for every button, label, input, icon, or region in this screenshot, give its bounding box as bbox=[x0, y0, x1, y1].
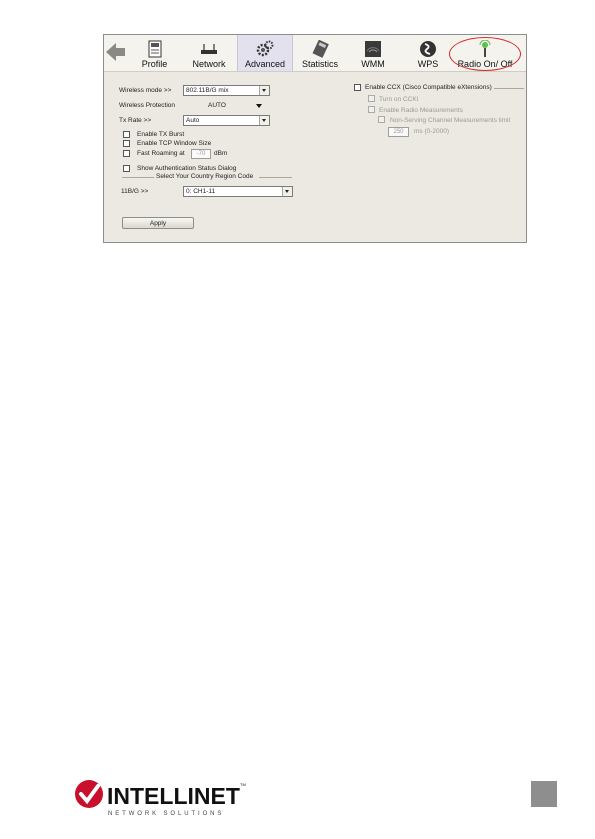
tab-advanced-label: Advanced bbox=[244, 59, 286, 69]
ccx-checkbox[interactable] bbox=[354, 84, 361, 91]
limit-input[interactable]: 250 bbox=[388, 127, 409, 137]
tx-rate-select[interactable]: Auto bbox=[183, 115, 270, 126]
limit-unit: ms (0-2000) bbox=[414, 128, 450, 135]
tab-profile-label: Profile bbox=[141, 59, 168, 69]
tab-statistics[interactable]: Statistics bbox=[295, 35, 345, 71]
tab-network-label: Network bbox=[192, 59, 226, 69]
non-serving-checkbox[interactable] bbox=[378, 116, 385, 123]
logo-trademark: TM bbox=[240, 782, 246, 787]
region-select[interactable]: 0: CH1-11 bbox=[183, 186, 293, 197]
region-value: 0: CH1-11 bbox=[186, 188, 216, 195]
radio-highlight-circle bbox=[449, 37, 521, 71]
toolbar: Profile Network Advanced Statistics WMM … bbox=[104, 35, 526, 72]
chevron-down-icon bbox=[259, 86, 269, 95]
auth-dialog-checkbox[interactable] bbox=[123, 165, 130, 172]
advanced-panel: Wireless mode >> 802.11B/G mix Wireless … bbox=[104, 72, 526, 242]
tcp-window-checkbox[interactable] bbox=[123, 140, 130, 147]
wireless-mode-label: Wireless mode >> bbox=[119, 87, 172, 94]
wireless-protection-value[interactable]: AUTO bbox=[208, 102, 226, 109]
wireless-mode-value: 802.11B/G mix bbox=[186, 87, 229, 94]
radio-measurements-label: Enable Radio Measurements bbox=[379, 107, 463, 114]
fast-roaming-input[interactable]: -70 bbox=[191, 149, 211, 159]
gears-icon bbox=[256, 40, 274, 57]
tab-wmm-label: WMM bbox=[361, 59, 385, 69]
tcp-window-label: Enable TCP Window Size bbox=[137, 140, 212, 147]
wmm-icon bbox=[365, 41, 381, 57]
apply-button[interactable]: Apply bbox=[122, 217, 194, 229]
chevron-down-icon[interactable] bbox=[256, 104, 262, 108]
ccx-label: Enable CCX (Cisco Compatible eXtensions) bbox=[365, 84, 492, 91]
ccki-checkbox[interactable] bbox=[368, 95, 375, 102]
tab-wmm[interactable]: WMM bbox=[353, 35, 393, 71]
tab-advanced[interactable]: Advanced bbox=[237, 35, 293, 71]
auth-dialog-label: Show Authentication Status Dialog bbox=[137, 165, 237, 172]
tx-burst-label: Enable TX Burst bbox=[137, 131, 185, 138]
tx-rate-value: Auto bbox=[186, 117, 200, 124]
chevron-down-icon bbox=[282, 187, 292, 196]
region-separator-left bbox=[122, 177, 154, 178]
tab-statistics-label: Statistics bbox=[301, 59, 338, 69]
tab-wps-label: WPS bbox=[417, 59, 439, 69]
non-serving-label: Non-Serving Channel Measurements limit bbox=[390, 117, 511, 124]
router-icon bbox=[201, 44, 217, 54]
tab-wps[interactable]: WPS bbox=[409, 35, 447, 71]
logo-tagline: NETWORK SOLUTIONS bbox=[108, 811, 224, 817]
utility-window: Profile Network Advanced Statistics WMM … bbox=[103, 34, 527, 243]
tab-profile[interactable]: Profile bbox=[131, 35, 178, 71]
profile-icon bbox=[148, 40, 161, 58]
region-caption: Select Your Country Region Code bbox=[156, 173, 254, 180]
ccki-label: Turn on CCKI bbox=[379, 96, 419, 103]
logo-graphic: INTELLINET TM NETWORK SOLUTIONS bbox=[75, 780, 246, 817]
radio-measurements-checkbox[interactable] bbox=[368, 106, 375, 113]
wireless-protection-label: Wireless Protection bbox=[119, 102, 175, 109]
tx-rate-label: Tx Rate >> bbox=[119, 117, 152, 124]
fast-roaming-unit: dBm bbox=[214, 150, 228, 157]
calculator-icon bbox=[312, 40, 329, 58]
back-arrow-icon[interactable] bbox=[106, 41, 126, 63]
tx-burst-checkbox[interactable] bbox=[123, 131, 130, 138]
fast-roaming-checkbox[interactable] bbox=[123, 150, 130, 157]
wireless-mode-select[interactable]: 802.11B/G mix bbox=[183, 85, 270, 96]
region-separator-right bbox=[259, 177, 292, 178]
wps-icon bbox=[420, 41, 436, 57]
logo-brand: INTELLINET bbox=[107, 783, 240, 809]
page-marker bbox=[531, 781, 557, 807]
intellinet-logo: INTELLINET TM NETWORK SOLUTIONS bbox=[74, 774, 264, 818]
region-label: 11B/G >> bbox=[121, 188, 149, 195]
ccx-separator bbox=[494, 88, 524, 89]
chevron-down-icon bbox=[259, 116, 269, 125]
fast-roaming-label: Fast Roaming at bbox=[137, 150, 185, 157]
tab-network[interactable]: Network bbox=[185, 35, 233, 71]
